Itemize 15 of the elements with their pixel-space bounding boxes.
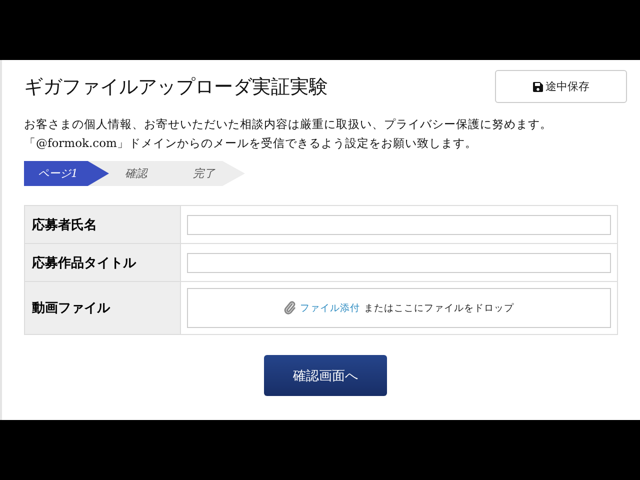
drop-hint: またはここにファイルをドロップ [364, 302, 514, 314]
save-draft-button[interactable]: 途中保存 [495, 70, 627, 103]
confirm-button[interactable]: 確認画面へ [264, 355, 387, 396]
paperclip-icon [284, 301, 296, 315]
field-label: 応募者氏名 [24, 206, 180, 244]
file-drop-zone[interactable]: ファイル添付 またはここにファイルをドロップ [187, 288, 611, 328]
field-label: 動画ファイル [24, 282, 180, 334]
page-title: ギガファイルアップローダ実証実験 [24, 74, 328, 100]
field-label: 応募作品タイトル [24, 244, 180, 282]
attach-file-link[interactable]: ファイル添付 [300, 302, 360, 314]
notice-text: 「@formok.com」ドメインからのメールを受信できるよう設定をお願い致します。 [24, 136, 478, 151]
input-field[interactable] [187, 214, 611, 234]
input-field[interactable] [187, 252, 611, 272]
notice-text: お客さまの個人情報、お寄せいただいた相談内容は厳重に取扱い、プライバシー保護に努めます。 [24, 117, 553, 132]
save-icon [532, 82, 542, 92]
